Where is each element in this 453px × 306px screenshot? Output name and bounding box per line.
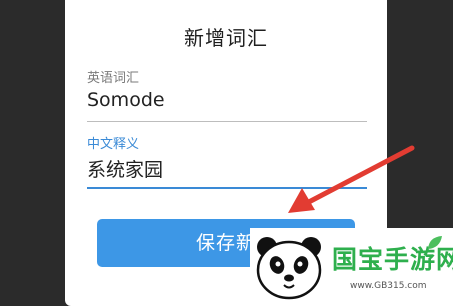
leaf-icon — [428, 236, 442, 249]
watermark-url: www.GB315.com — [350, 281, 427, 291]
watermark-logo: 国宝手游网 www.GB315.com — [250, 228, 453, 306]
panda-icon — [256, 237, 322, 300]
